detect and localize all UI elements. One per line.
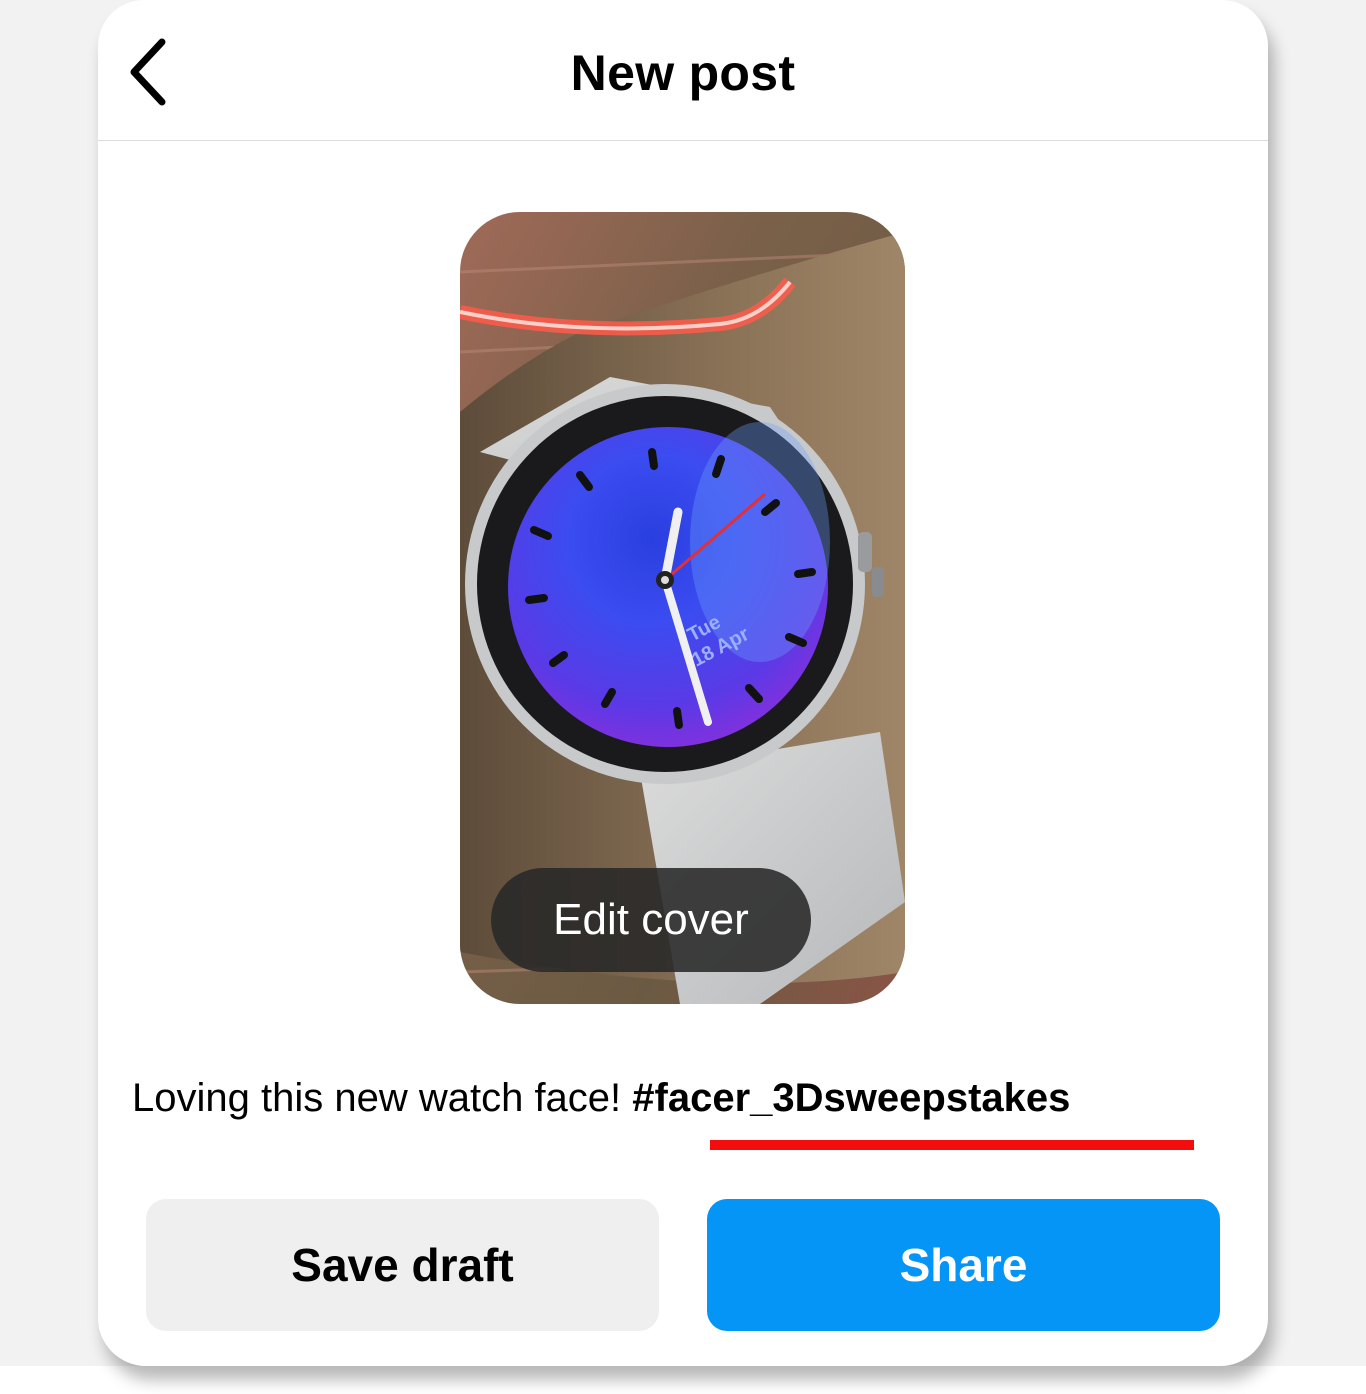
share-button[interactable]: Share	[707, 1199, 1220, 1331]
edit-cover-button[interactable]: Edit cover	[491, 868, 811, 972]
caption-text[interactable]: Loving this new watch face! #facer_3Dswe…	[132, 1068, 1242, 1128]
new-post-dialog: New post Tue 18 Apr Edit cover Loving th…	[98, 0, 1268, 1366]
page-title: New post	[570, 45, 796, 101]
bottom-strip	[0, 1366, 1366, 1394]
caption-body: Loving this new watch face!	[132, 1076, 633, 1120]
header: New post	[98, 0, 1268, 141]
caption-hashtag[interactable]: #facer_3Dsweepstakes	[632, 1076, 1070, 1120]
hashtag-highlight-underline	[710, 1140, 1194, 1150]
save-draft-button[interactable]: Save draft	[146, 1199, 659, 1331]
